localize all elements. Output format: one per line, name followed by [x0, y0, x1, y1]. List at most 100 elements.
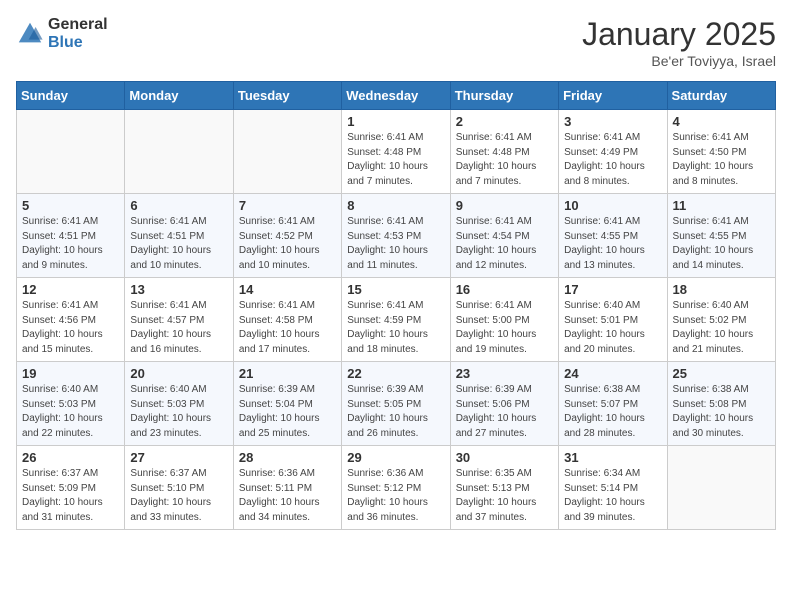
day-number: 16	[456, 282, 553, 297]
day-info: Sunrise: 6:41 AM Sunset: 4:52 PM Dayligh…	[239, 215, 336, 273]
day-info: Sunrise: 6:41 AM Sunset: 4:50 PM Dayligh…	[673, 131, 770, 189]
day-cell: 11Sunrise: 6:41 AM Sunset: 4:55 PM Dayli…	[667, 194, 775, 278]
day-number: 7	[239, 198, 336, 213]
day-cell: 2 Sunrise: 6:41 AM Sunset: 4:48 PM Daylig…	[450, 110, 558, 194]
calendar-table: SundayMondayTuesdayWednesdayThursdayFrid…	[16, 81, 776, 530]
day-info: Sunrise: 6:41 AM Sunset: 4:48 PM Dayligh…	[347, 131, 444, 189]
day-cell: 1 Sunrise: 6:41 AM Sunset: 4:48 PM Daylig…	[342, 110, 450, 194]
day-number: 15	[347, 282, 444, 297]
day-info: Sunrise: 6:37 AM Sunset: 5:10 PM Dayligh…	[130, 467, 227, 525]
logo-blue: Blue	[48, 34, 108, 52]
day-cell: 14 Sunrise: 6:41 AM Sunset: 4:58 PM Dayli…	[233, 278, 341, 362]
column-header-wednesday: Wednesday	[342, 82, 450, 110]
day-info: Sunrise: 6:36 AM Sunset: 5:12 PM Dayligh…	[347, 467, 444, 525]
day-info: Sunrise: 6:41 AM Sunset: 4:58 PM Dayligh…	[239, 299, 336, 357]
day-info: Sunrise: 6:40 AM Sunset: 5:03 PM Dayligh…	[130, 383, 227, 441]
day-cell: 9 Sunrise: 6:41 AM Sunset: 4:54 PM Daylig…	[450, 194, 558, 278]
day-number: 23	[456, 366, 553, 381]
calendar-title: January 2025	[582, 16, 776, 53]
day-number: 22	[347, 366, 444, 381]
day-info: Sunrise: 6:41 AM Sunset: 4:59 PM Dayligh…	[347, 299, 444, 357]
day-number: 14	[239, 282, 336, 297]
week-row-4: 19 Sunrise: 6:40 AM Sunset: 5:03 PM Dayli…	[17, 362, 776, 446]
column-header-monday: Monday	[125, 82, 233, 110]
day-info: Sunrise: 6:39 AM Sunset: 5:06 PM Dayligh…	[456, 383, 553, 441]
day-cell: 27Sunrise: 6:37 AM Sunset: 5:10 PM Dayli…	[125, 446, 233, 530]
day-number: 20	[130, 366, 227, 381]
day-number: 30	[456, 450, 553, 465]
day-cell: 22 Sunrise: 6:39 AM Sunset: 5:05 PM Dayli…	[342, 362, 450, 446]
day-info: Sunrise: 6:38 AM Sunset: 5:08 PM Dayligh…	[673, 383, 770, 441]
day-info: Sunrise: 6:40 AM Sunset: 5:02 PM Dayligh…	[673, 299, 770, 357]
logo-general: General	[48, 16, 108, 34]
day-info: Sunrise: 6:41 AM Sunset: 4:55 PM Dayligh…	[564, 215, 661, 273]
logo-text: General Blue	[48, 16, 108, 51]
day-number: 4	[673, 114, 770, 129]
day-cell: 25 Sunrise: 6:38 AM Sunset: 5:08 PM Dayli…	[667, 362, 775, 446]
day-cell: 12 Sunrise: 6:41 AM Sunset: 4:56 PM Dayli…	[17, 278, 125, 362]
day-cell	[233, 110, 341, 194]
day-number: 17	[564, 282, 661, 297]
day-number: 25	[673, 366, 770, 381]
day-info: Sunrise: 6:40 AM Sunset: 5:03 PM Dayligh…	[22, 383, 119, 441]
day-cell: 7 Sunrise: 6:41 AM Sunset: 4:52 PM Daylig…	[233, 194, 341, 278]
day-number: 29	[347, 450, 444, 465]
day-number: 9	[456, 198, 553, 213]
day-cell	[125, 110, 233, 194]
day-cell: 26Sunrise: 6:37 AM Sunset: 5:09 PM Dayli…	[17, 446, 125, 530]
column-header-friday: Friday	[559, 82, 667, 110]
column-header-thursday: Thursday	[450, 82, 558, 110]
day-cell: 8 Sunrise: 6:41 AM Sunset: 4:53 PM Daylig…	[342, 194, 450, 278]
day-number: 31	[564, 450, 661, 465]
day-number: 18	[673, 282, 770, 297]
week-row-5: 26Sunrise: 6:37 AM Sunset: 5:09 PM Dayli…	[17, 446, 776, 530]
day-number: 13	[130, 282, 227, 297]
day-number: 21	[239, 366, 336, 381]
day-cell: 21 Sunrise: 6:39 AM Sunset: 5:04 PM Dayli…	[233, 362, 341, 446]
week-row-2: 5 Sunrise: 6:41 AM Sunset: 4:51 PM Daylig…	[17, 194, 776, 278]
day-info: Sunrise: 6:37 AM Sunset: 5:09 PM Dayligh…	[22, 467, 119, 525]
calendar-header-row: SundayMondayTuesdayWednesdayThursdayFrid…	[17, 82, 776, 110]
day-cell: 20 Sunrise: 6:40 AM Sunset: 5:03 PM Dayli…	[125, 362, 233, 446]
column-header-tuesday: Tuesday	[233, 82, 341, 110]
day-cell: 10Sunrise: 6:41 AM Sunset: 4:55 PM Dayli…	[559, 194, 667, 278]
day-cell: 24 Sunrise: 6:38 AM Sunset: 5:07 PM Dayli…	[559, 362, 667, 446]
calendar-subtitle: Be'er Toviyya, Israel	[582, 53, 776, 69]
day-info: Sunrise: 6:39 AM Sunset: 5:05 PM Dayligh…	[347, 383, 444, 441]
page-header: General Blue January 2025 Be'er Toviyya,…	[16, 16, 776, 69]
day-info: Sunrise: 6:41 AM Sunset: 5:00 PM Dayligh…	[456, 299, 553, 357]
day-cell: 4 Sunrise: 6:41 AM Sunset: 4:50 PM Daylig…	[667, 110, 775, 194]
day-cell: 18 Sunrise: 6:40 AM Sunset: 5:02 PM Dayli…	[667, 278, 775, 362]
logo-icon	[16, 20, 44, 48]
day-info: Sunrise: 6:36 AM Sunset: 5:11 PM Dayligh…	[239, 467, 336, 525]
day-number: 6	[130, 198, 227, 213]
day-info: Sunrise: 6:41 AM Sunset: 4:54 PM Dayligh…	[456, 215, 553, 273]
day-number: 1	[347, 114, 444, 129]
day-cell: 23 Sunrise: 6:39 AM Sunset: 5:06 PM Dayli…	[450, 362, 558, 446]
day-cell: 5Sunrise: 6:41 AM Sunset: 4:51 PM Daylig…	[17, 194, 125, 278]
day-info: Sunrise: 6:38 AM Sunset: 5:07 PM Dayligh…	[564, 383, 661, 441]
day-number: 24	[564, 366, 661, 381]
day-info: Sunrise: 6:41 AM Sunset: 4:48 PM Dayligh…	[456, 131, 553, 189]
day-info: Sunrise: 6:41 AM Sunset: 4:56 PM Dayligh…	[22, 299, 119, 357]
day-cell	[17, 110, 125, 194]
day-info: Sunrise: 6:39 AM Sunset: 5:04 PM Dayligh…	[239, 383, 336, 441]
day-number: 5	[22, 198, 119, 213]
day-info: Sunrise: 6:41 AM Sunset: 4:55 PM Dayligh…	[673, 215, 770, 273]
day-cell: 29 Sunrise: 6:36 AM Sunset: 5:12 PM Dayli…	[342, 446, 450, 530]
day-info: Sunrise: 6:41 AM Sunset: 4:53 PM Dayligh…	[347, 215, 444, 273]
day-number: 8	[347, 198, 444, 213]
day-number: 2	[456, 114, 553, 129]
day-info: Sunrise: 6:35 AM Sunset: 5:13 PM Dayligh…	[456, 467, 553, 525]
week-row-1: 1 Sunrise: 6:41 AM Sunset: 4:48 PM Daylig…	[17, 110, 776, 194]
day-cell	[667, 446, 775, 530]
day-info: Sunrise: 6:34 AM Sunset: 5:14 PM Dayligh…	[564, 467, 661, 525]
day-cell: 3Sunrise: 6:41 AM Sunset: 4:49 PM Daylig…	[559, 110, 667, 194]
title-block: January 2025 Be'er Toviyya, Israel	[582, 16, 776, 69]
day-cell: 13Sunrise: 6:41 AM Sunset: 4:57 PM Dayli…	[125, 278, 233, 362]
day-info: Sunrise: 6:41 AM Sunset: 4:49 PM Dayligh…	[564, 131, 661, 189]
week-row-3: 12 Sunrise: 6:41 AM Sunset: 4:56 PM Dayli…	[17, 278, 776, 362]
day-info: Sunrise: 6:41 AM Sunset: 4:51 PM Dayligh…	[130, 215, 227, 273]
day-number: 12	[22, 282, 119, 297]
day-number: 19	[22, 366, 119, 381]
